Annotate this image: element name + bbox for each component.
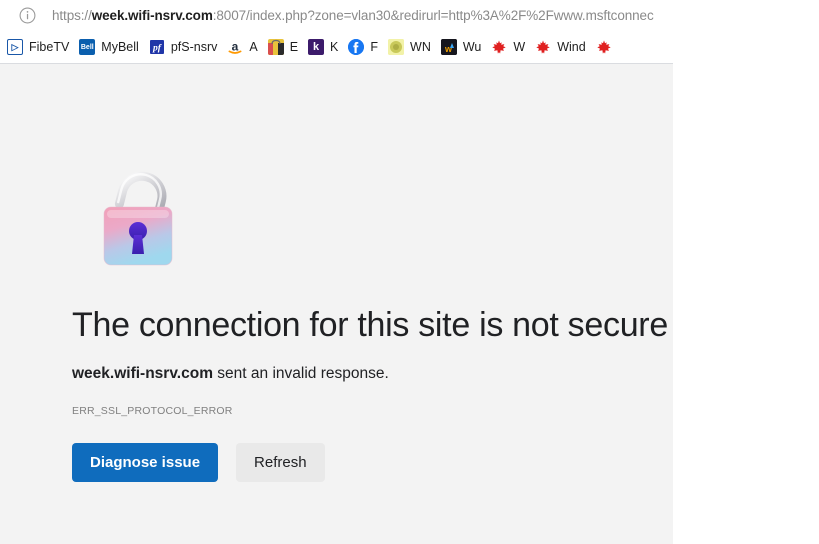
url-scheme: https:// <box>52 8 92 23</box>
error-host: week.wifi-nsrv.com <box>72 365 213 382</box>
bookmark-label: E <box>289 40 299 54</box>
address-bar[interactable]: https://week.wifi-nsrv.com:8007/index.ph… <box>0 0 686 31</box>
bookmark-etsy[interactable]: E <box>263 35 303 59</box>
url-domain: week.wifi-nsrv.com <box>91 8 213 23</box>
bookmark-fibetv[interactable]: ▷ FibeTV <box>2 35 74 59</box>
fibetv-favicon: ▷ <box>7 39 23 55</box>
bookmark-wind-maple[interactable]: Wind <box>530 35 590 59</box>
bookmark-maple-last[interactable] <box>591 35 617 59</box>
bookmark-label: Wu <box>462 40 482 54</box>
window-right-blank <box>673 0 819 544</box>
bookmark-label: FibeTV <box>29 40 70 54</box>
wn-favicon <box>388 39 405 55</box>
error-code: ERR_SSL_PROTOCOL_ERROR <box>72 405 233 417</box>
bookmark-label: WN <box>410 40 431 54</box>
svg-text:pf: pf <box>152 43 162 54</box>
open-padlock-icon <box>96 159 192 269</box>
error-subtitle-rest: sent an invalid response. <box>212 365 389 382</box>
amazon-favicon: a <box>227 39 244 55</box>
maple-leaf-favicon <box>596 39 612 55</box>
bookmark-label: Wind <box>557 40 586 54</box>
refresh-button[interactable]: Refresh <box>236 443 325 482</box>
bookmark-pfsense[interactable]: pf pfS-nsrv <box>144 35 223 59</box>
bookmark-facebook[interactable]: F <box>343 35 383 59</box>
bookmark-label: F <box>370 40 379 54</box>
maple-leaf-favicon <box>535 39 551 55</box>
bookmark-label: A <box>249 40 258 54</box>
page-title: The connection for this site is not secu… <box>72 306 668 344</box>
error-actions: Diagnose issue Refresh <box>72 443 672 482</box>
error-subtitle: week.wifi-nsrv.com sent an invalid respo… <box>72 363 672 385</box>
error-content: The connection for this site is not secu… <box>72 159 672 482</box>
url-path: :8007/index.php?zone=vlan30&redirurl=htt… <box>212 8 654 23</box>
maple-leaf-favicon <box>491 39 507 55</box>
bookmarks-bar[interactable]: ▷ FibeTV Bell MyBell pf pfS-nsrv a A E k… <box>0 31 686 63</box>
wu-favicon: w <box>440 39 457 55</box>
bookmark-label: MyBell <box>101 40 139 54</box>
bookmark-wu[interactable]: w Wu <box>436 35 487 59</box>
bookmark-wn[interactable]: WN <box>383 35 436 59</box>
bookmark-label: W <box>513 40 526 54</box>
kijiji-favicon: k <box>308 39 325 55</box>
etsy-favicon <box>267 39 284 55</box>
pfsense-favicon: pf <box>148 39 165 55</box>
bookmark-label: K <box>330 40 339 54</box>
bookmark-amazon[interactable]: a A <box>222 35 262 59</box>
svg-text:a: a <box>232 40 239 54</box>
bookmark-kijiji[interactable]: k K <box>303 35 343 59</box>
ssl-error-page: The connection for this site is not secu… <box>0 64 673 544</box>
bookmark-label: pfS-nsrv <box>170 40 218 54</box>
bookmark-mybell[interactable]: Bell MyBell <box>74 35 144 59</box>
bell-favicon: Bell <box>79 39 96 55</box>
url-text[interactable]: https://week.wifi-nsrv.com:8007/index.ph… <box>52 0 654 31</box>
diagnose-issue-button[interactable]: Diagnose issue <box>72 443 219 482</box>
bookmark-w-maple[interactable]: W <box>486 35 530 59</box>
chrome-right-blank <box>686 0 819 64</box>
info-circle-icon[interactable] <box>12 4 42 28</box>
facebook-favicon <box>348 39 365 55</box>
